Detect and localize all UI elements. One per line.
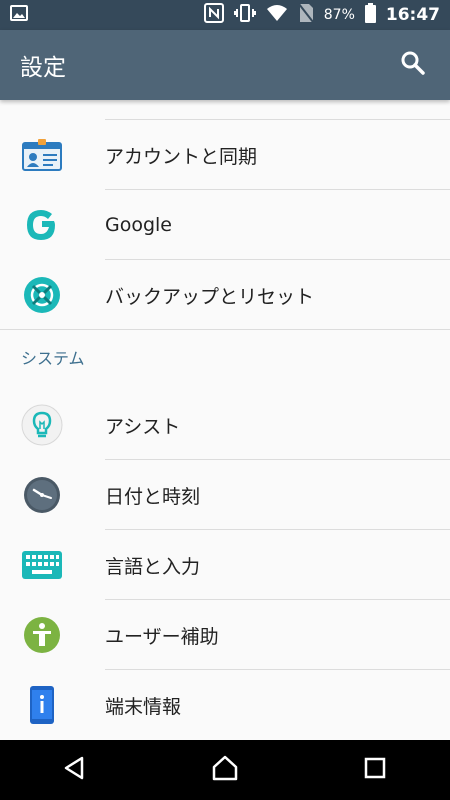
battery-icon xyxy=(364,3,376,27)
keyboard-icon xyxy=(21,544,63,586)
settings-item-label: 言語と入力 xyxy=(105,555,201,578)
battery-percent: 87% xyxy=(323,7,355,23)
no-sim-icon xyxy=(297,3,314,27)
settings-item-label: アシスト xyxy=(105,415,181,438)
settings-item-about-device[interactable]: 端末情報 xyxy=(0,670,450,740)
recents-button[interactable] xyxy=(345,740,405,800)
navigation-bar xyxy=(0,740,450,800)
settings-item-label: アカウントと同期 xyxy=(105,145,258,168)
settings-item-date-time[interactable]: 日付と時刻 xyxy=(0,460,450,530)
clock-time: 16:47 xyxy=(385,5,440,25)
settings-item-label: バックアップとリセット xyxy=(105,285,315,308)
vibrate-icon xyxy=(233,3,256,27)
home-button[interactable] xyxy=(195,740,255,800)
lightbulb-icon xyxy=(21,404,63,446)
settings-item-label: Google xyxy=(105,214,173,236)
wifi-icon xyxy=(266,4,288,26)
home-icon xyxy=(211,755,239,785)
google-icon xyxy=(21,204,63,246)
app-bar: 設定 xyxy=(0,30,450,100)
back-button[interactable] xyxy=(45,740,105,800)
settings-list: アカウントと同期 Google バックアップとリセット システム アシスト 日付… xyxy=(0,100,450,740)
accessibility-icon xyxy=(21,614,63,656)
status-bar: 87% 16:47 xyxy=(0,0,450,30)
settings-item-accessibility[interactable]: ユーザー補助 xyxy=(0,600,450,670)
settings-item-label: 日付と時刻 xyxy=(105,485,201,508)
settings-item-assist[interactable]: アシスト xyxy=(0,390,450,460)
settings-item-google[interactable]: Google xyxy=(0,190,450,260)
settings-item-label: ユーザー補助 xyxy=(105,625,219,648)
device-info-icon xyxy=(21,684,63,726)
search-icon xyxy=(400,50,426,80)
divider xyxy=(0,329,450,330)
status-icons: 87% 16:47 xyxy=(203,3,440,27)
back-triangle-icon xyxy=(62,755,88,785)
nfc-icon xyxy=(203,3,224,27)
section-header-system: システム xyxy=(21,349,85,368)
settings-item-backup-reset[interactable]: バックアップとリセット xyxy=(0,260,450,330)
image-notification-icon xyxy=(10,5,28,25)
backup-reset-icon xyxy=(21,274,63,316)
settings-item-language-input[interactable]: 言語と入力 xyxy=(0,530,450,600)
recents-square-icon xyxy=(364,757,386,783)
settings-item-accounts-sync[interactable]: アカウントと同期 xyxy=(0,120,450,190)
settings-item-label: 端末情報 xyxy=(105,695,182,718)
account-card-icon xyxy=(21,134,63,176)
page-title: 設定 xyxy=(20,55,66,81)
search-button[interactable] xyxy=(396,48,430,82)
clock-icon xyxy=(21,474,63,516)
